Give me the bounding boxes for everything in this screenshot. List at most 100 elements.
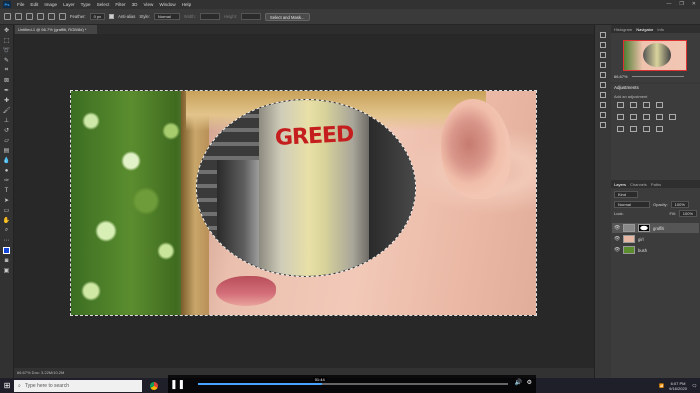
new-selection-icon[interactable] <box>26 13 33 20</box>
screen-mode-icon[interactable]: ▣ <box>2 266 11 275</box>
visibility-eye-icon[interactable]: 👁 <box>614 225 620 231</box>
color-panel-icon[interactable] <box>600 112 606 118</box>
hand-tool-icon[interactable]: ✋ <box>2 216 11 225</box>
quick-mask-icon[interactable]: ◙ <box>2 256 11 265</box>
libraries-panel-icon[interactable] <box>600 92 606 98</box>
lasso-tool-icon[interactable]: ➰ <box>2 46 11 55</box>
taskbar-clock[interactable]: 6:07 PM 9/16/2020 <box>669 381 687 391</box>
zoom-slider[interactable] <box>632 76 684 77</box>
document-tab[interactable]: Untitled-1 @ 66.7% (graffiti, RGB/8#) * <box>15 25 97 34</box>
pen-tool-icon[interactable]: ✑ <box>2 176 11 185</box>
blend-mode-select[interactable]: Normal <box>614 201 650 208</box>
tab-paths[interactable]: Paths <box>651 182 661 187</box>
chrome-icon[interactable] <box>150 381 158 390</box>
marquee-tool-icon[interactable]: ⬚ <box>2 36 11 45</box>
add-selection-icon[interactable] <box>37 13 44 20</box>
width-input[interactable] <box>199 13 220 20</box>
notification-icon[interactable]: 🗨 <box>692 383 697 388</box>
color-swatches-icon[interactable] <box>2 246 11 255</box>
brightness-contrast-icon[interactable] <box>617 102 624 108</box>
swatches-panel-icon[interactable] <box>600 102 606 108</box>
eraser-tool-icon[interactable]: ▱ <box>2 136 11 145</box>
history-panel-icon[interactable] <box>600 32 606 38</box>
fill-input[interactable]: 100% <box>678 210 697 217</box>
blur-tool-icon[interactable]: 💧 <box>2 156 11 165</box>
crop-tool-icon[interactable]: ⌗ <box>2 66 11 75</box>
menu-file[interactable]: File <box>17 2 24 7</box>
type-tool-icon[interactable]: T <box>2 186 11 195</box>
quick-select-tool-icon[interactable]: ✎ <box>2 56 11 65</box>
antialias-checkbox[interactable] <box>109 14 115 19</box>
menu-window[interactable]: Window <box>159 2 175 7</box>
actions-panel-icon[interactable] <box>600 42 606 48</box>
photo-filter-icon[interactable] <box>669 114 676 120</box>
frame-tool-icon[interactable]: ⊠ <box>2 76 11 85</box>
close-icon[interactable]: ✕ <box>692 1 696 7</box>
brush-tool-icon[interactable]: 🖌 <box>2 106 11 115</box>
video-progress-track[interactable]: 01:44 <box>198 377 508 385</box>
healing-brush-icon[interactable]: ✚ <box>2 96 11 105</box>
opacity-input[interactable]: 100% <box>670 201 689 208</box>
tab-navigator[interactable]: Navigator <box>636 27 653 32</box>
height-input[interactable] <box>241 13 262 20</box>
visibility-eye-icon[interactable]: 👁 <box>614 236 620 242</box>
levels-icon[interactable] <box>630 102 637 108</box>
settings-gear-icon[interactable]: ⚙ <box>527 379 532 386</box>
zoom-tool-icon[interactable]: ⌕ <box>2 226 11 235</box>
layer-row-graffiti[interactable]: 👁 graffiti <box>612 223 699 233</box>
navigator-zoom[interactable]: 66.67% <box>614 74 698 80</box>
curves-icon[interactable] <box>643 102 650 108</box>
gradient-tool-icon[interactable]: ▤ <box>2 146 11 155</box>
menu-filter[interactable]: Filter <box>115 2 125 7</box>
hue-saturation-icon[interactable] <box>630 114 637 120</box>
style-select[interactable]: Normal <box>153 13 180 20</box>
eyedropper-tool-icon[interactable]: ✒ <box>2 86 11 95</box>
subtract-selection-icon[interactable] <box>48 13 55 20</box>
stamp-tool-icon[interactable]: ⊥ <box>2 116 11 125</box>
history-brush-icon[interactable]: ↺ <box>2 126 11 135</box>
taskbar-search-box[interactable]: ⌕ Type here to search <box>14 379 142 392</box>
tab-info[interactable]: Info <box>657 27 664 32</box>
properties-panel-icon[interactable] <box>600 82 606 88</box>
move-tool-icon[interactable]: ✥ <box>2 26 11 35</box>
brush-settings-icon[interactable] <box>600 52 606 58</box>
menu-view[interactable]: View <box>143 2 153 7</box>
gradients-panel-icon[interactable] <box>600 122 606 128</box>
restore-icon[interactable]: ❐ <box>679 1 683 7</box>
intersect-selection-icon[interactable] <box>59 13 66 20</box>
character-panel-icon[interactable] <box>600 62 606 68</box>
exposure-icon[interactable] <box>656 102 663 108</box>
tab-histogram[interactable]: Histogram <box>614 27 632 32</box>
feather-input[interactable]: 0 px <box>89 13 106 20</box>
paragraph-panel-icon[interactable] <box>600 72 606 78</box>
menu-select[interactable]: Select <box>97 2 110 7</box>
invert-icon[interactable] <box>617 126 624 132</box>
tab-channels[interactable]: Channels <box>630 182 647 187</box>
posterize-icon[interactable] <box>630 126 637 132</box>
color-balance-icon[interactable] <box>643 114 650 120</box>
photoshop-logo-icon[interactable]: Ps <box>3 1 11 8</box>
menu-help[interactable]: Help <box>182 2 191 7</box>
more-tools-icon[interactable]: ⋯ <box>2 236 11 245</box>
gradient-map-icon[interactable] <box>656 126 663 132</box>
visibility-eye-icon[interactable]: 👁 <box>614 247 620 253</box>
windows-start-icon[interactable]: ⊞ <box>0 378 14 393</box>
wifi-icon[interactable]: 📶 <box>659 383 664 388</box>
path-select-icon[interactable]: ➤ <box>2 196 11 205</box>
select-and-mask-button[interactable]: Select and Mask... <box>265 12 310 21</box>
volume-icon[interactable]: 🔊 <box>515 379 522 386</box>
menu-layer[interactable]: Layer <box>63 2 75 7</box>
menu-edit[interactable]: Edit <box>30 2 38 7</box>
pause-icon[interactable]: ❚❚ <box>170 378 185 390</box>
black-white-icon[interactable] <box>656 114 663 120</box>
layer-row-girl[interactable]: 👁 girl <box>612 234 699 244</box>
layer-row-bush[interactable]: 👁 bush <box>612 245 699 255</box>
menu-image[interactable]: Image <box>44 2 57 7</box>
elliptical-selection-graffiti[interactable]: GREED <box>196 99 416 277</box>
document-canvas[interactable]: GREED <box>70 90 537 316</box>
marquee-tool-preset-icon[interactable] <box>15 13 22 20</box>
home-icon[interactable] <box>4 13 11 20</box>
menu-3d[interactable]: 3D <box>132 2 138 7</box>
shape-tool-icon[interactable]: ▭ <box>2 206 11 215</box>
menu-type[interactable]: Type <box>81 2 91 7</box>
